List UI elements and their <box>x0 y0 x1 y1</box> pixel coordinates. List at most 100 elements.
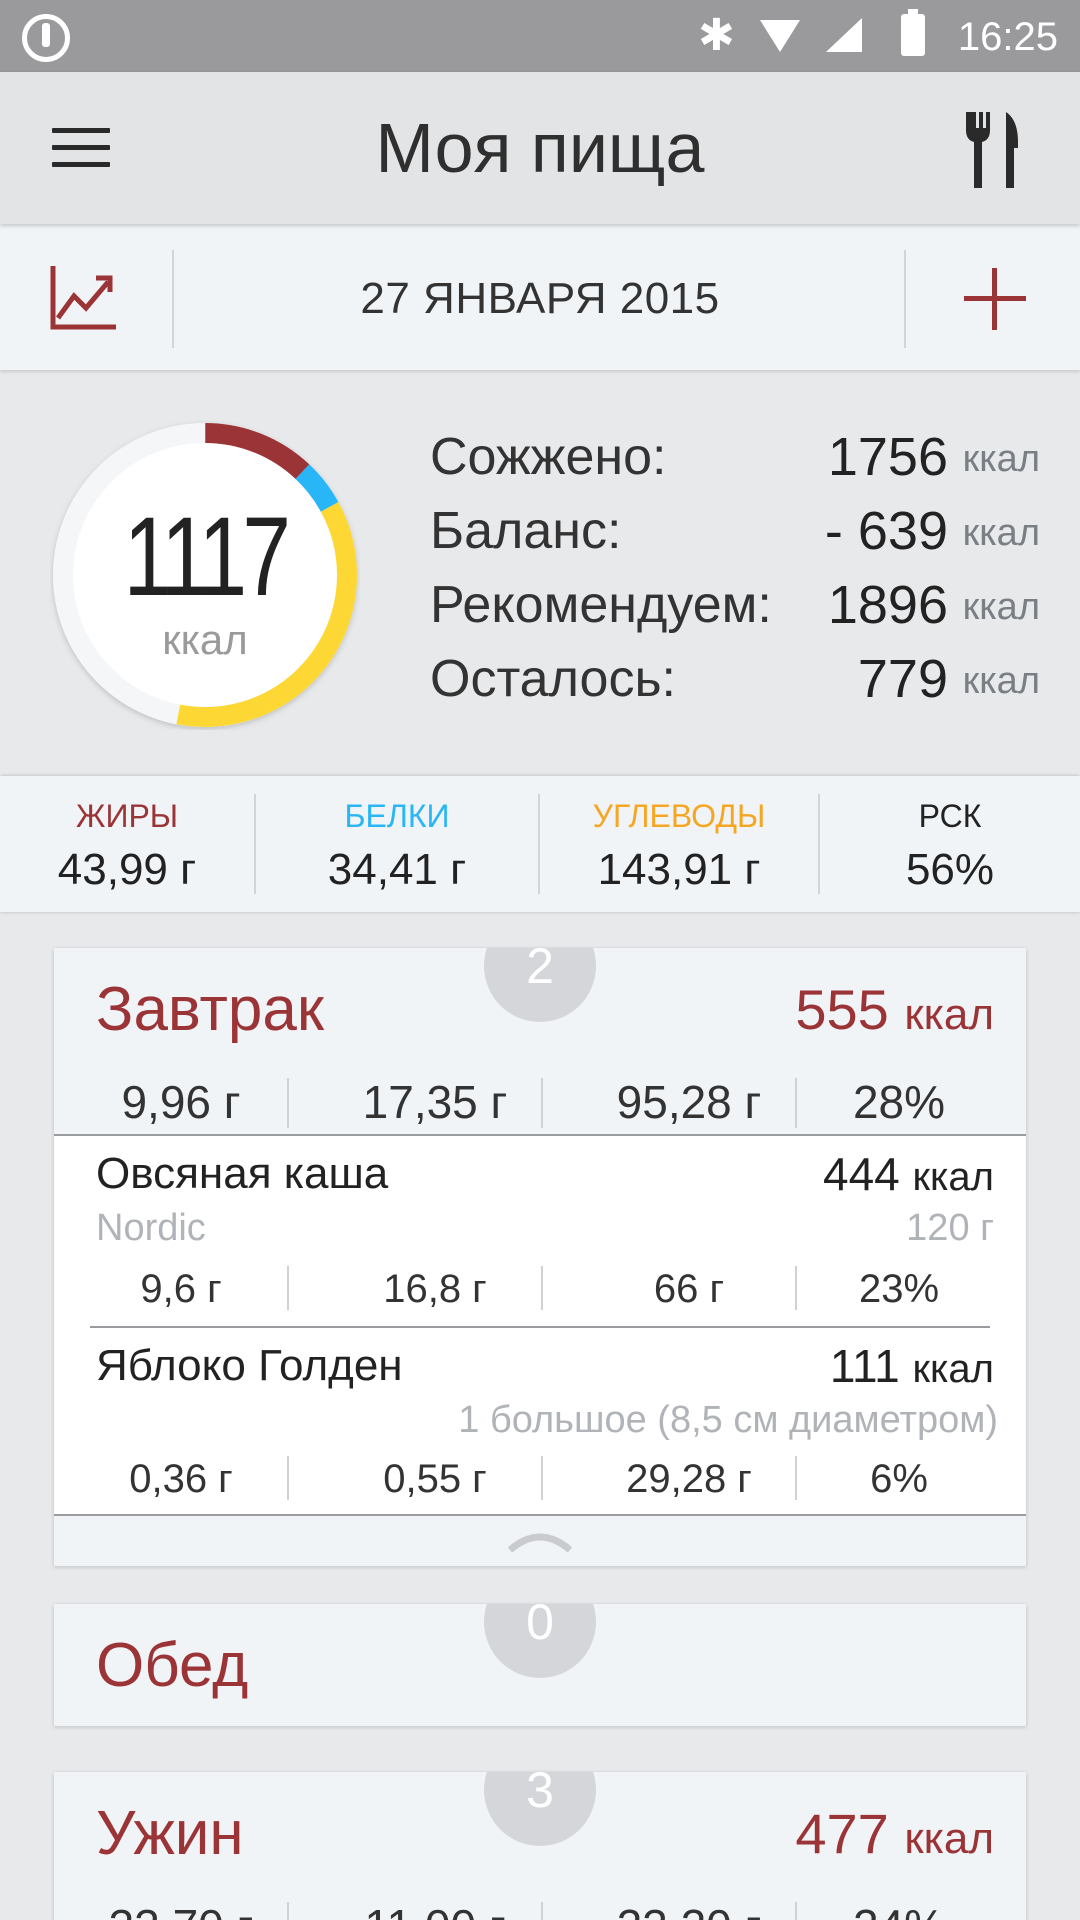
macro-protein: БЕЛКИ 34,41 г <box>256 796 538 900</box>
macro-gi-value: 23% <box>858 1267 940 1311</box>
food-kcal: 111 ккал <box>830 1338 994 1397</box>
meal-kcal-value: 555 <box>795 978 889 1041</box>
meal-name: Обед <box>96 1631 249 1700</box>
consumed-kcal-value: 1117 <box>123 494 291 619</box>
divider <box>287 1266 289 1310</box>
wifi-icon <box>760 20 800 52</box>
divider <box>541 1266 543 1310</box>
food-list: Овсяная каша 444 ккал Nordic 120 г 9,6 г… <box>54 1136 1026 1514</box>
stat-balance: Баланс: - 639 ккал <box>430 494 1040 568</box>
food-portion: 1 большое (8,5 см диаметром) <box>458 1399 998 1441</box>
macro-fat-value: 0,36 г <box>129 1457 233 1501</box>
stat-label: Баланс: <box>430 502 622 560</box>
stat-value: - 639 <box>824 501 948 561</box>
current-date[interactable]: 27 ЯНВАРЯ 2015 <box>174 274 906 324</box>
stat-remaining: Осталось: 779 ккал <box>430 642 1040 716</box>
divider <box>287 1078 289 1128</box>
food-kcal: 444 ккал <box>823 1146 994 1205</box>
divider <box>287 1902 289 1920</box>
macro-label: БЕЛКИ <box>344 798 450 834</box>
divider <box>541 1078 543 1128</box>
stat-label: Рекомендуем: <box>430 576 772 634</box>
meal-kcal-unit: ккал <box>904 990 994 1039</box>
signal-icon <box>826 18 862 52</box>
macro-label: ЖИРЫ <box>75 798 179 834</box>
page-title: Моя пища <box>375 109 705 187</box>
divider <box>54 1514 1026 1516</box>
meal-kcal: 555 ккал <box>795 970 994 1055</box>
date-bar: 27 ЯНВАРЯ 2015 <box>0 224 1080 370</box>
stat-unit: ккал <box>962 586 1040 628</box>
item-count-badge: 3 <box>484 1772 596 1846</box>
battery-icon <box>901 9 925 56</box>
stat-unit: ккал <box>962 660 1040 702</box>
stat-label: Сожжено: <box>430 428 667 486</box>
stat-burned: Сожжено: 1756 ккал <box>430 420 1040 494</box>
meal-name: Ужин <box>96 1799 244 1868</box>
food-kcal-unit: ккал <box>912 1347 994 1391</box>
consumed-kcal-unit: ккал <box>162 616 248 663</box>
meal-kcal: 477 ккал <box>795 1794 994 1879</box>
meal-kcal-unit: ккал <box>904 1814 994 1863</box>
food-macros: 9,6 г 16,8 г 66 г 23% <box>54 1262 1026 1322</box>
macro-gi: РСК 56% <box>820 796 1080 900</box>
macro-gi-value: 24% <box>772 1896 1026 1920</box>
stat-recommended: Рекомендуем: 1896 ккал <box>430 568 1040 642</box>
macro-value: 43,99 г <box>57 845 197 894</box>
macro-label: РСК <box>918 798 982 834</box>
stat-value: 1896 <box>827 575 948 635</box>
divider <box>541 1456 543 1500</box>
macro-gi-value: 28% <box>852 1076 946 1128</box>
macro-label: УГЛЕВОДЫ <box>592 798 766 834</box>
stat-value: 1756 <box>827 427 948 487</box>
item-count-badge: 0 <box>484 1604 596 1678</box>
macro-value: 143,91 г <box>597 845 761 894</box>
meal-card-lunch[interactable]: 0 Обед <box>54 1604 1026 1726</box>
meal-kcal-value: 477 <box>795 1802 889 1865</box>
food-macros: 0,36 г 0,55 г 29,28 г 6% <box>54 1452 1026 1512</box>
macro-protein-value: 11,00 г <box>308 1896 562 1920</box>
macro-value: 56% <box>905 845 995 894</box>
macros-bar: ЖИРЫ 43,99 г БЕЛКИ 34,41 г УГЛЕВОДЫ 143,… <box>0 776 1080 912</box>
macro-fat: ЖИРЫ 43,99 г <box>0 796 254 900</box>
food-item[interactable]: Овсяная каша 444 ккал Nordic 120 г 9,6 г… <box>54 1136 1026 1326</box>
status-time: 16:25 <box>957 15 1058 59</box>
item-count-badge: 2 <box>484 948 596 1022</box>
divider <box>541 1902 543 1920</box>
meal-name: Завтрак <box>96 975 324 1044</box>
food-name: Овсяная каша <box>96 1149 389 1198</box>
stat-unit: ккал <box>962 438 1040 480</box>
food-name: Яблоко Голден <box>96 1341 403 1390</box>
macro-protein-value: 0,55 г <box>383 1457 487 1501</box>
macro-fat-value: 33,70 г <box>54 1896 308 1920</box>
macro-value: 34,41 г <box>327 845 467 894</box>
bluetooth-icon: ✱ <box>698 11 735 60</box>
macro-fat-value: 9,6 г <box>140 1267 222 1311</box>
divider <box>287 1456 289 1500</box>
stat-value: 779 <box>857 649 948 709</box>
food-kcal-value: 111 <box>829 1340 900 1392</box>
fork-knife-icon[interactable] <box>962 112 1022 188</box>
food-item[interactable]: Яблоко Голден 111 ккал 1 большое (8,5 см… <box>54 1328 1026 1514</box>
food-kcal-unit: ккал <box>912 1155 994 1199</box>
macro-fat-value: 9,96 г <box>121 1076 241 1128</box>
meal-macros: 33,70 г 11,00 г 23,20 г 24% <box>54 1896 1026 1920</box>
macro-protein-value: 16,8 г <box>383 1267 487 1311</box>
food-kcal-value: 444 <box>823 1148 900 1200</box>
app-icon <box>22 14 70 62</box>
macro-gi-value: 6% <box>870 1457 928 1501</box>
calorie-summary: 1117 ккал Сожжено: 1756 ккал Баланс: - 6… <box>0 370 1080 776</box>
status-bar: ✱ 16:25 <box>0 0 1080 72</box>
chart-icon[interactable] <box>50 266 116 330</box>
meal-card-dinner[interactable]: 3 Ужин 477 ккал 33,70 г 11,00 г 23,20 г … <box>54 1772 1026 1920</box>
macro-protein-value: 17,35 г <box>362 1076 508 1128</box>
food-brand: Nordic <box>96 1207 206 1249</box>
meal-macros: 9,96 г 17,35 г 95,28 г 28% <box>54 1072 1026 1132</box>
macro-carbs: УГЛЕВОДЫ 143,91 г <box>540 796 818 900</box>
meal-card-breakfast[interactable]: 2 Завтрак 555 ккал 9,96 г 17,35 г 95,28 … <box>54 948 1026 1566</box>
food-portion: 120 г <box>906 1207 994 1249</box>
divider <box>904 250 906 348</box>
collapse-chevron-icon[interactable] <box>508 1528 572 1552</box>
stat-unit: ккал <box>962 512 1040 554</box>
stat-label: Осталось: <box>430 650 676 708</box>
